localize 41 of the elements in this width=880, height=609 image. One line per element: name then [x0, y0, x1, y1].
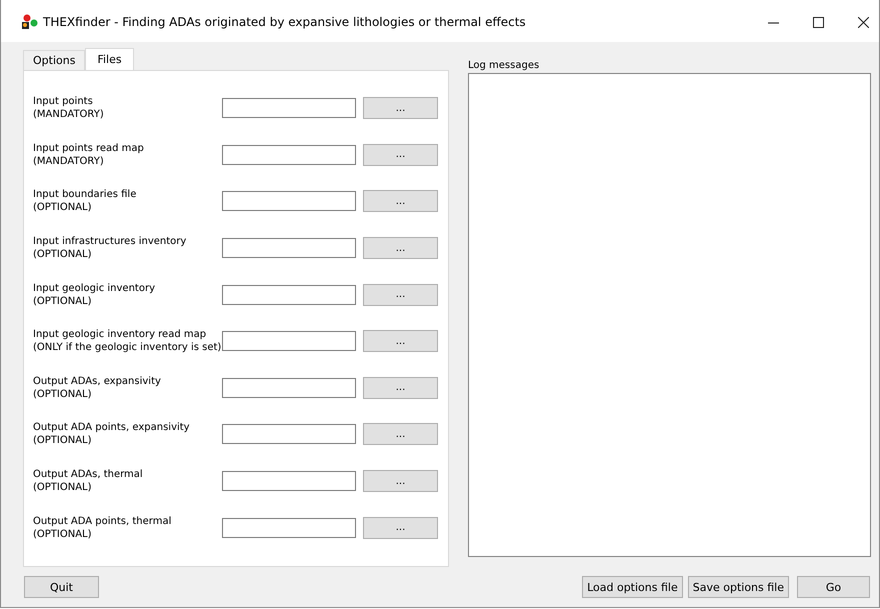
field-label: Input geologic inventory read map (ONLY if the geologic inventory is set) [33, 328, 222, 354]
input-field[interactable] [222, 518, 356, 538]
field-label: Input boundaries file (OPTIONAL) [33, 188, 138, 214]
input-field[interactable] [222, 238, 356, 258]
tab[interactable]: Files [85, 48, 134, 71]
close-icon[interactable] [858, 16, 869, 28]
browse-button[interactable]: ... [363, 470, 438, 492]
input-field[interactable] [222, 284, 356, 305]
field-label: Input infrastructures inventory (OPTIONAL) [33, 235, 188, 262]
action-button[interactable]: Go [797, 576, 870, 598]
field-label: Output ADA points, thermal (OPTIONAL) [33, 514, 172, 541]
browse-button[interactable]: ... [363, 237, 438, 260]
browse-button[interactable]: ... [363, 144, 438, 166]
field-label: Output ADA points, expansivity (OPTIONAL) [33, 421, 191, 448]
app-icon [21, 14, 39, 30]
log-label: Log messages [468, 60, 540, 73]
window-title: THEXfinder - Finding ADAs originated by expansive lithologies or thermal effects [43, 15, 527, 29]
input-field[interactable] [222, 144, 356, 165]
browse-button[interactable]: ... [363, 423, 438, 446]
field-label: Output ADAs, expansivity (OPTIONAL) [33, 374, 162, 401]
browse-button[interactable]: ... [363, 97, 438, 120]
input-field[interactable] [222, 471, 356, 492]
input-field[interactable] [222, 98, 356, 118]
input-field[interactable] [222, 378, 356, 398]
action-button[interactable]: Load options file [582, 576, 683, 598]
input-field[interactable] [222, 191, 356, 212]
quit-button[interactable]: Quit [24, 576, 99, 598]
browse-button[interactable]: ... [363, 284, 438, 306]
browse-button[interactable]: ... [363, 376, 438, 399]
maximize-icon[interactable] [813, 16, 824, 28]
input-field[interactable] [222, 424, 356, 444]
field-label: Input points read map (MANDATORY) [33, 142, 145, 168]
browse-button[interactable]: ... [363, 190, 438, 212]
browse-button[interactable]: ... [363, 330, 438, 352]
field-label: Input points (MANDATORY) [33, 95, 105, 122]
tab[interactable]: Options [23, 50, 86, 70]
browse-button[interactable]: ... [363, 516, 438, 539]
field-label: Output ADAs, thermal (OPTIONAL) [33, 468, 144, 494]
input-field[interactable] [222, 331, 356, 352]
field-label: Input geologic inventory (OPTIONAL) [33, 282, 156, 308]
action-button[interactable]: Save options file [688, 576, 789, 598]
